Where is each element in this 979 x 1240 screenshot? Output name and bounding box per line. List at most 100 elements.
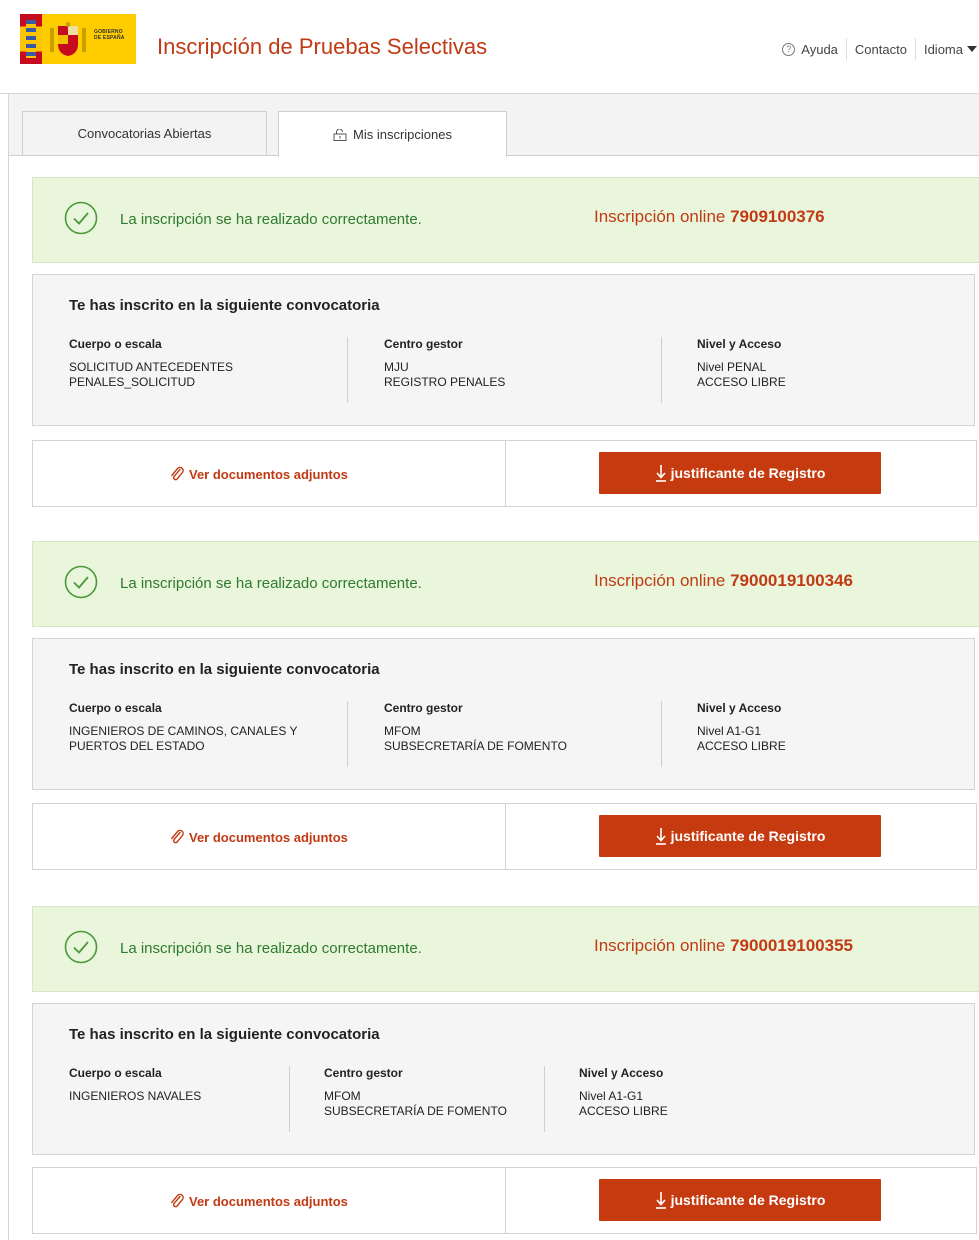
actions-bar: Ver documentos adjuntos justificante de … <box>32 803 977 870</box>
caret-down-icon[interactable] <box>967 46 977 52</box>
paperclip-icon <box>171 829 184 844</box>
nivel-header: Nivel y Acceso <box>579 1066 664 1080</box>
nivel-value-line1: Nivel A1-G1 <box>579 1089 644 1103</box>
download-arrow-icon <box>655 465 666 482</box>
centro-header: Centro gestor <box>384 337 463 351</box>
detail-title: Te has inscrito en la siguiente convocat… <box>69 297 380 314</box>
success-message: La inscripción se ha realizado correctam… <box>120 211 422 228</box>
lock-icon <box>333 128 347 141</box>
tab-label: Mis inscripciones <box>353 127 452 142</box>
nivel-value-line2: ACCESO LIBRE <box>697 739 786 753</box>
download-arrow-icon <box>655 828 666 845</box>
inscription-number: Inscripción online 7900019100346 <box>594 571 854 590</box>
top-links: ? Ayuda Contacto Idioma <box>782 38 979 60</box>
nivel-value-line2: ACCESO LIBRE <box>579 1104 668 1118</box>
cuerpo-value-line1: INGENIEROS NAVALES <box>69 1089 202 1103</box>
detail-title: Te has inscrito en la siguiente convocat… <box>69 661 380 678</box>
check-circle-icon <box>64 930 98 964</box>
column-divider <box>347 337 348 403</box>
cuerpo-column: Cuerpo o escala INGENIEROS NAVALES <box>69 1066 201 1104</box>
nivel-column: Nivel y Acceso Nivel A1-G1 ACCESO LIBRE <box>579 1066 668 1119</box>
centro-value-line1: MFOM <box>384 724 421 738</box>
download-justificante-button[interactable]: justificante de Registro <box>599 1179 881 1221</box>
download-label: justificante de Registro <box>670 465 826 481</box>
cuerpo-header: Cuerpo o escala <box>69 337 162 351</box>
cuerpo-header: Cuerpo o escala <box>69 701 162 715</box>
cuerpo-value-line2: PUERTOS DEL ESTADO <box>69 739 205 753</box>
column-divider <box>347 701 348 767</box>
tab-mis-inscripciones[interactable]: Mis inscripciones <box>278 111 507 157</box>
paperclip-icon <box>171 466 184 481</box>
check-circle-icon <box>64 201 98 235</box>
view-attachments-link[interactable]: Ver documentos adjuntos <box>169 466 348 482</box>
column-divider <box>661 701 662 767</box>
app-title: Inscripción de Pruebas Selectivas <box>157 34 488 59</box>
site-header: GOBIERNO DE ESPAÑA Inscripción de Prueba… <box>0 0 979 94</box>
nivel-column: Nivel y Acceso Nivel A1-G1 ACCESO LIBRE <box>697 701 786 754</box>
language-selector[interactable]: Idioma <box>924 42 963 57</box>
download-label: justificante de Registro <box>670 1192 826 1208</box>
paperclip-icon <box>171 1193 184 1208</box>
nivel-column: Nivel y Acceso Nivel PENAL ACCESO LIBRE <box>697 337 786 390</box>
check-circle-icon <box>64 565 98 599</box>
cuerpo-value-line2: PENALES_SOLICITUD <box>69 375 196 389</box>
column-divider <box>289 1066 290 1132</box>
divider <box>914 38 916 60</box>
centro-value-line1: MJU <box>384 360 409 374</box>
view-attachments-label: Ver documentos adjuntos <box>189 1193 348 1209</box>
actions-divider <box>505 804 506 869</box>
convocatoria-detail: Te has inscrito en la siguiente convocat… <box>32 638 975 790</box>
logo-text: GOBIERNO DE ESPAÑA <box>94 29 125 41</box>
spain-flag-icon <box>20 14 42 64</box>
nivel-value-line2: ACCESO LIBRE <box>697 375 786 389</box>
cuerpo-header: Cuerpo o escala <box>69 1066 162 1080</box>
contact-link[interactable]: Contacto <box>855 42 907 57</box>
centro-value-line1: MFOM <box>324 1089 361 1103</box>
nivel-header: Nivel y Acceso <box>697 701 782 715</box>
inscription-number: Inscripción online 7909100376 <box>594 207 825 226</box>
nivel-value-line1: Nivel A1-G1 <box>697 724 762 738</box>
view-attachments-label: Ver documentos adjuntos <box>189 829 348 845</box>
view-attachments-label: Ver documentos adjuntos <box>189 466 348 482</box>
download-arrow-icon <box>655 1192 666 1209</box>
inscription-number: Inscripción online 7900019100355 <box>594 936 854 955</box>
column-divider <box>544 1066 545 1132</box>
actions-divider <box>505 1168 506 1233</box>
success-banner: La inscripción se ha realizado correctam… <box>32 177 979 263</box>
centro-column: Centro gestor MFOM SUBSECRETARÍA DE FOME… <box>324 1066 507 1119</box>
nivel-value-line1: Nivel PENAL <box>697 360 767 374</box>
nivel-header: Nivel y Acceso <box>697 337 782 351</box>
actions-divider <box>505 441 506 506</box>
tab-convocatorias-abiertas[interactable]: Convocatorias Abiertas <box>22 111 267 156</box>
gobierno-logo[interactable]: GOBIERNO DE ESPAÑA <box>20 14 136 64</box>
centro-header: Centro gestor <box>324 1066 403 1080</box>
cuerpo-column: Cuerpo o escala SOLICITUD ANTECEDENTES P… <box>69 337 233 390</box>
cuerpo-value-line1: SOLICITUD ANTECEDENTES <box>69 360 234 374</box>
tab-label: Convocatorias Abiertas <box>77 126 212 141</box>
download-label: justificante de Registro <box>670 828 826 844</box>
view-attachments-link[interactable]: Ver documentos adjuntos <box>169 1193 348 1209</box>
success-message: La inscripción se ha realizado correctam… <box>120 575 422 592</box>
coat-of-arms: GOBIERNO DE ESPAÑA <box>42 14 136 64</box>
view-attachments-link[interactable]: Ver documentos adjuntos <box>169 829 348 845</box>
centro-value-line2: SUBSECRETARÍA DE FOMENTO <box>384 739 567 753</box>
divider <box>845 38 847 60</box>
actions-bar: Ver documentos adjuntos justificante de … <box>32 1167 977 1234</box>
help-link[interactable]: Ayuda <box>801 42 838 57</box>
convocatoria-detail: Te has inscrito en la siguiente convocat… <box>32 1003 975 1155</box>
coat-of-arms-icon <box>50 22 86 56</box>
convocatoria-detail: Te has inscrito en la siguiente convocat… <box>32 274 975 426</box>
download-justificante-button[interactable]: justificante de Registro <box>599 452 881 494</box>
help-circle-icon[interactable]: ? <box>782 42 796 56</box>
download-justificante-button[interactable]: justificante de Registro <box>599 815 881 857</box>
centro-column: Centro gestor MFOM SUBSECRETARÍA DE FOME… <box>384 701 567 754</box>
cuerpo-value-line1: INGENIEROS DE CAMINOS, CANALES Y <box>69 724 298 738</box>
column-divider <box>661 337 662 403</box>
detail-title: Te has inscrito en la siguiente convocat… <box>69 1026 380 1043</box>
centro-header: Centro gestor <box>384 701 463 715</box>
centro-value-line2: SUBSECRETARÍA DE FOMENTO <box>324 1104 507 1118</box>
success-banner: La inscripción se ha realizado correctam… <box>32 541 979 627</box>
centro-column: Centro gestor MJU REGISTRO PENALES <box>384 337 505 390</box>
success-banner: La inscripción se ha realizado correctam… <box>32 906 979 992</box>
cuerpo-column: Cuerpo o escala INGENIEROS DE CAMINOS, C… <box>69 701 298 754</box>
